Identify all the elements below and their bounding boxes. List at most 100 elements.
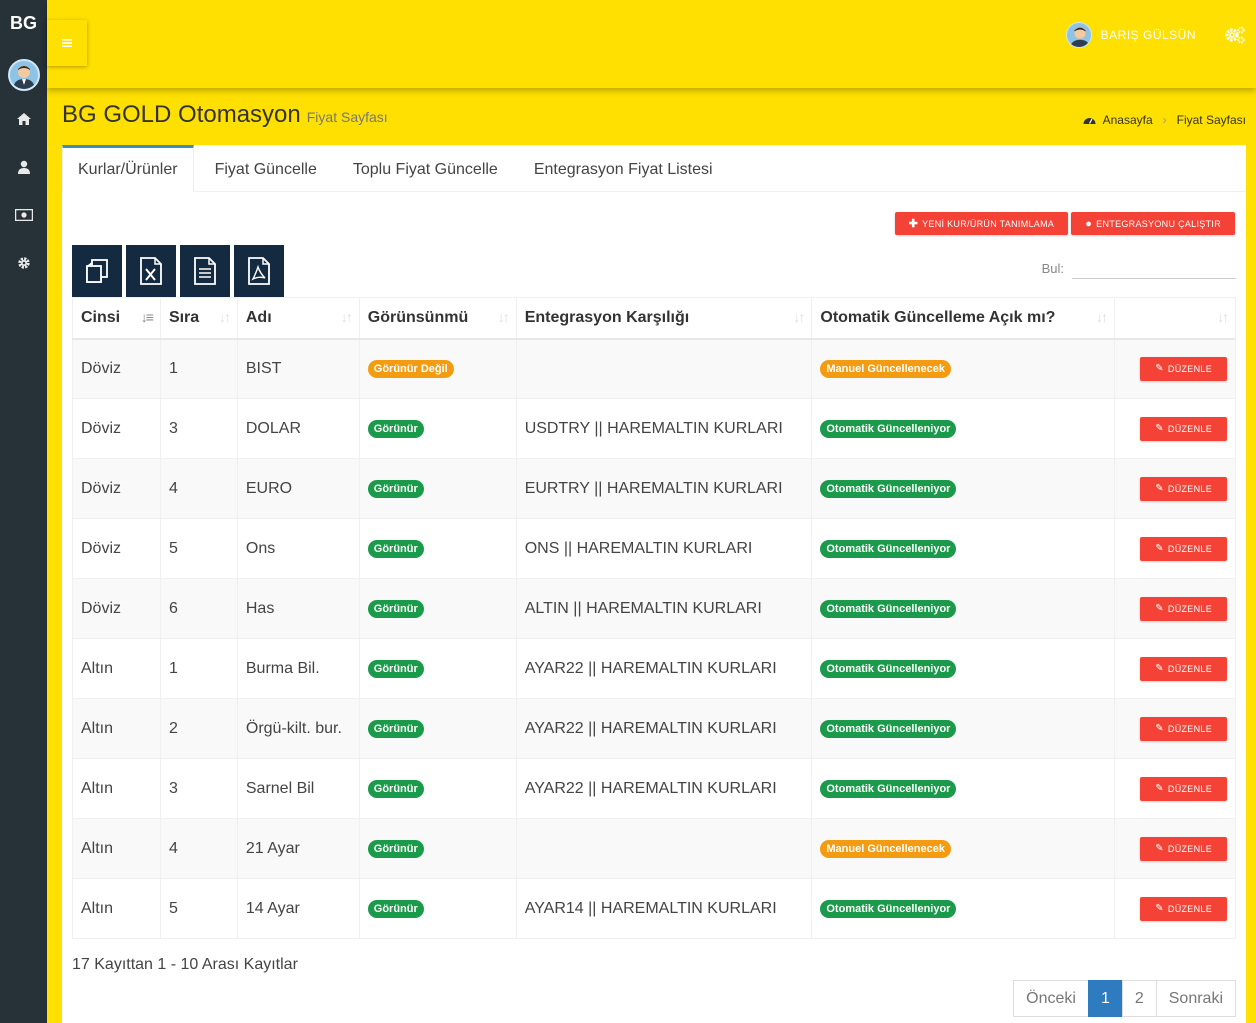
menu-toggle-button[interactable] <box>47 20 87 66</box>
edit-button[interactable]: ✎ DÜZENLE <box>1140 356 1227 381</box>
tab-toplu-fiyat-guncelle[interactable]: Toplu Fiyat Güncelle <box>338 145 513 192</box>
edit-icon: ✎ <box>1155 663 1164 674</box>
cell-entegrasyon: EURTRY || HAREMALTIN KURLARI <box>515 458 813 519</box>
edit-button[interactable]: ✎ DÜZENLE <box>1140 656 1227 681</box>
csv-button[interactable] <box>180 245 230 297</box>
cell-text: 14 Ayar <box>245 899 300 917</box>
column-header-entegrasyon[interactable]: Entegrasyon Karşılığı ↓↑ <box>515 297 813 340</box>
sort-desc-icon: ↓≡ <box>140 309 154 325</box>
tab-kurlar-urunler[interactable]: Kurlar/Ürünler <box>62 145 194 192</box>
edit-button[interactable]: ✎ DÜZENLE <box>1140 896 1227 921</box>
cell-text: AYAR14 || HAREMALTIN KURLARI <box>524 899 777 917</box>
cell-cinsi: Altın <box>72 878 161 939</box>
cell-text: 3 <box>168 419 178 437</box>
cell-actions: ✎ DÜZENLE <box>1114 698 1236 759</box>
globe-icon: ● <box>1085 217 1093 230</box>
settings-button[interactable] <box>1224 24 1246 46</box>
tab-fiyat-guncelle[interactable]: Fiyat Güncelle <box>200 145 332 192</box>
edit-icon: ✎ <box>1155 783 1164 794</box>
cell-otomatik: Manuel Güncellenecek <box>811 818 1115 879</box>
new-item-button[interactable]: ✚ YENİ KUR/ÜRÜN TANIMLAMA <box>894 212 1069 235</box>
edit-button[interactable]: ✎ DÜZENLE <box>1140 776 1227 801</box>
run-integration-label: ENTEGRASYONU ÇALIŞTIR <box>1096 218 1221 229</box>
pagination-page-2[interactable]: 2 <box>1121 980 1157 1017</box>
auto-update-badge: Otomatik Güncelleniyor <box>820 900 957 918</box>
search-label: Bul: <box>1041 260 1064 276</box>
new-item-label: YENİ KUR/ÜRÜN TANIMLAMA <box>922 218 1055 229</box>
cell-text: 4 <box>168 479 178 497</box>
edit-button[interactable]: ✎ DÜZENLE <box>1140 836 1227 861</box>
column-header-sira[interactable]: Sıra ↓↑ <box>159 297 238 340</box>
cell-otomatik: Otomatik Güncelleniyor <box>811 878 1115 939</box>
copy-button[interactable] <box>72 245 122 297</box>
cell-sira: 3 <box>159 758 238 819</box>
cell-adi: Burma Bil. <box>236 638 360 699</box>
sidebar-item-money[interactable] <box>0 191 47 239</box>
cell-gorunum: Görünür <box>358 578 517 639</box>
edit-button[interactable]: ✎ DÜZENLE <box>1140 536 1227 561</box>
pagination-page-1[interactable]: 1 <box>1087 980 1123 1017</box>
page-title-text: BG GOLD Otomasyon <box>62 101 301 128</box>
plus-icon: ✚ <box>908 218 919 230</box>
pagination-next[interactable]: Sonraki <box>1155 980 1236 1017</box>
table-row: Altın 1 Burma Bil. Görünür AYAR22 || HAREMAL… <box>72 638 1236 699</box>
document-icon <box>194 257 216 285</box>
app-logo[interactable]: BG <box>0 0 47 50</box>
column-header-cinsi[interactable]: Cinsi ↓≡ <box>72 297 161 340</box>
sidebar-item-settings[interactable] <box>0 239 47 287</box>
dashboard-icon <box>1083 117 1096 124</box>
cell-actions: ✎ DÜZENLE <box>1114 878 1236 939</box>
user-menu[interactable]: BARIŞ GÜLSÜN <box>1065 22 1196 48</box>
breadcrumb-home[interactable]: Anasayfa <box>1103 113 1153 127</box>
tab-entegrasyon-fiyat-listesi[interactable]: Entegrasyon Fiyat Listesi <box>519 145 728 192</box>
cell-gorunum: Görünür <box>358 398 517 459</box>
cell-actions: ✎ DÜZENLE <box>1114 398 1236 459</box>
cell-text: AYAR22 || HAREMALTIN KURLARI <box>524 779 777 797</box>
table-row: Döviz 4 EURO Görünür EURTRY || HAREMALTIN KU… <box>72 458 1236 519</box>
sort-icon: ↓↑ <box>497 309 510 325</box>
header-label: Görünsünmü <box>367 308 469 326</box>
cell-text: 3 <box>168 779 178 797</box>
column-header-gorunsunmu[interactable]: Görünsünmü ↓↑ <box>358 297 517 340</box>
column-header-otomatik[interactable]: Otomatik Güncelleme Açık mı? ↓↑ <box>811 297 1115 340</box>
cell-entegrasyon: AYAR22 || HAREMALTIN KURLARI <box>515 698 813 759</box>
cell-actions: ✎ DÜZENLE <box>1114 518 1236 579</box>
cell-text: Döviz <box>81 359 122 377</box>
edit-button[interactable]: ✎ DÜZENLE <box>1140 476 1227 501</box>
sidebar-item-user[interactable] <box>0 143 47 191</box>
user-avatar <box>1065 22 1092 48</box>
cell-adi: Has <box>236 578 360 639</box>
cell-gorunum: Görünür <box>358 518 517 579</box>
edit-button[interactable]: ✎ DÜZENLE <box>1140 416 1227 441</box>
cell-gorunum: Görünür <box>358 878 517 939</box>
sidebar-avatar[interactable] <box>7 59 40 91</box>
cell-text: 5 <box>168 899 178 917</box>
cell-text: 21 Ayar <box>245 839 300 857</box>
cell-adi: BIST <box>236 338 360 399</box>
cell-adi: DOLAR <box>236 398 360 459</box>
cell-text: 2 <box>168 719 178 737</box>
edit-label: DÜZENLE <box>1167 723 1212 734</box>
cell-sira: 5 <box>159 518 238 579</box>
visibility-badge: Görünür <box>367 720 424 738</box>
cell-text: AYAR22 || HAREMALTIN KURLARI <box>524 719 777 737</box>
sort-icon: ↓↑ <box>1096 309 1108 325</box>
cell-entegrasyon <box>515 338 813 399</box>
cell-otomatik: Manuel Güncellenecek <box>811 338 1115 399</box>
cell-entegrasyon: AYAR22 || HAREMALTIN KURLARI <box>515 638 813 699</box>
search-input[interactable] <box>1072 257 1236 279</box>
cell-actions: ✎ DÜZENLE <box>1114 578 1236 639</box>
column-header-adi[interactable]: Adı ↓↑ <box>236 297 360 340</box>
table-row: Döviz 3 DOLAR Görünür USDTRY || HAREMALTIN K… <box>72 398 1236 459</box>
cell-adi: Ons <box>236 518 360 579</box>
run-integration-button[interactable]: ● ENTEGRASYONU ÇALIŞTIR <box>1071 212 1235 235</box>
sidebar-item-home[interactable] <box>0 95 47 143</box>
pdf-button[interactable] <box>234 245 284 297</box>
auto-update-badge: Otomatik Güncelleniyor <box>820 480 957 498</box>
edit-button[interactable]: ✎ DÜZENLE <box>1140 716 1227 741</box>
edit-button[interactable]: ✎ DÜZENLE <box>1140 596 1227 621</box>
column-header-actions[interactable]: ↓↑ <box>1114 297 1236 340</box>
cell-cinsi: Döviz <box>72 398 161 459</box>
pagination-prev[interactable]: Önceki <box>1013 980 1089 1017</box>
excel-button[interactable] <box>126 245 176 297</box>
